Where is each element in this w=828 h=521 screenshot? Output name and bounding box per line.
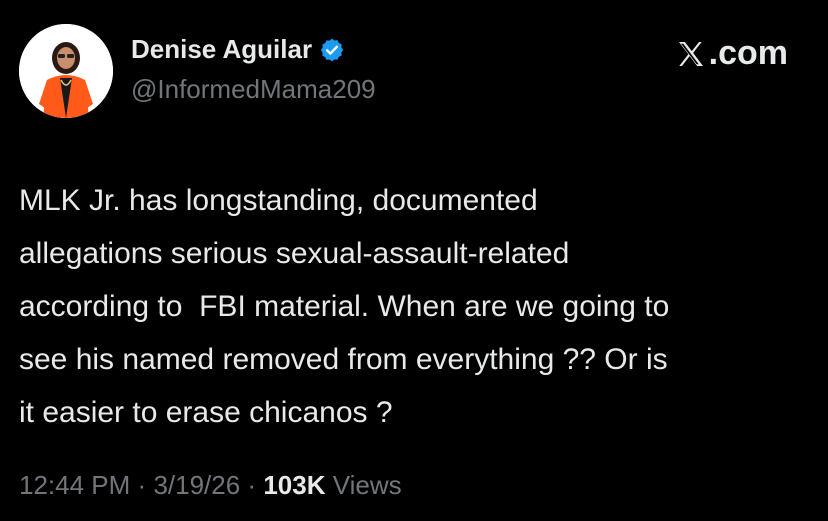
meta-separator: · — [137, 470, 147, 500]
author-handle[interactable]: @InformedMama209 — [131, 74, 376, 105]
avatar-image — [19, 24, 113, 118]
x-logo-icon — [678, 41, 703, 66]
brand-domain-suffix: .com — [708, 34, 788, 72]
tweet-text: MLK Jr. has longstanding, documented all… — [19, 184, 670, 429]
views-label: Views — [332, 470, 402, 500]
author-display-name[interactable]: Denise Aguilar — [131, 34, 312, 65]
author-name-row: Denise Aguilar — [131, 34, 345, 65]
tweet-metadata: 12:44 PM · 3/19/26 · 103K Views — [19, 470, 402, 501]
avatar[interactable] — [19, 24, 113, 118]
tweet-time[interactable]: 12:44 PM — [19, 470, 130, 500]
views-count: 103K — [263, 470, 326, 500]
brand-logo: .com — [675, 34, 788, 73]
verified-badge-icon — [320, 38, 344, 61]
tweet-date[interactable]: 3/19/26 — [153, 470, 240, 500]
meta-separator: · — [247, 470, 257, 500]
